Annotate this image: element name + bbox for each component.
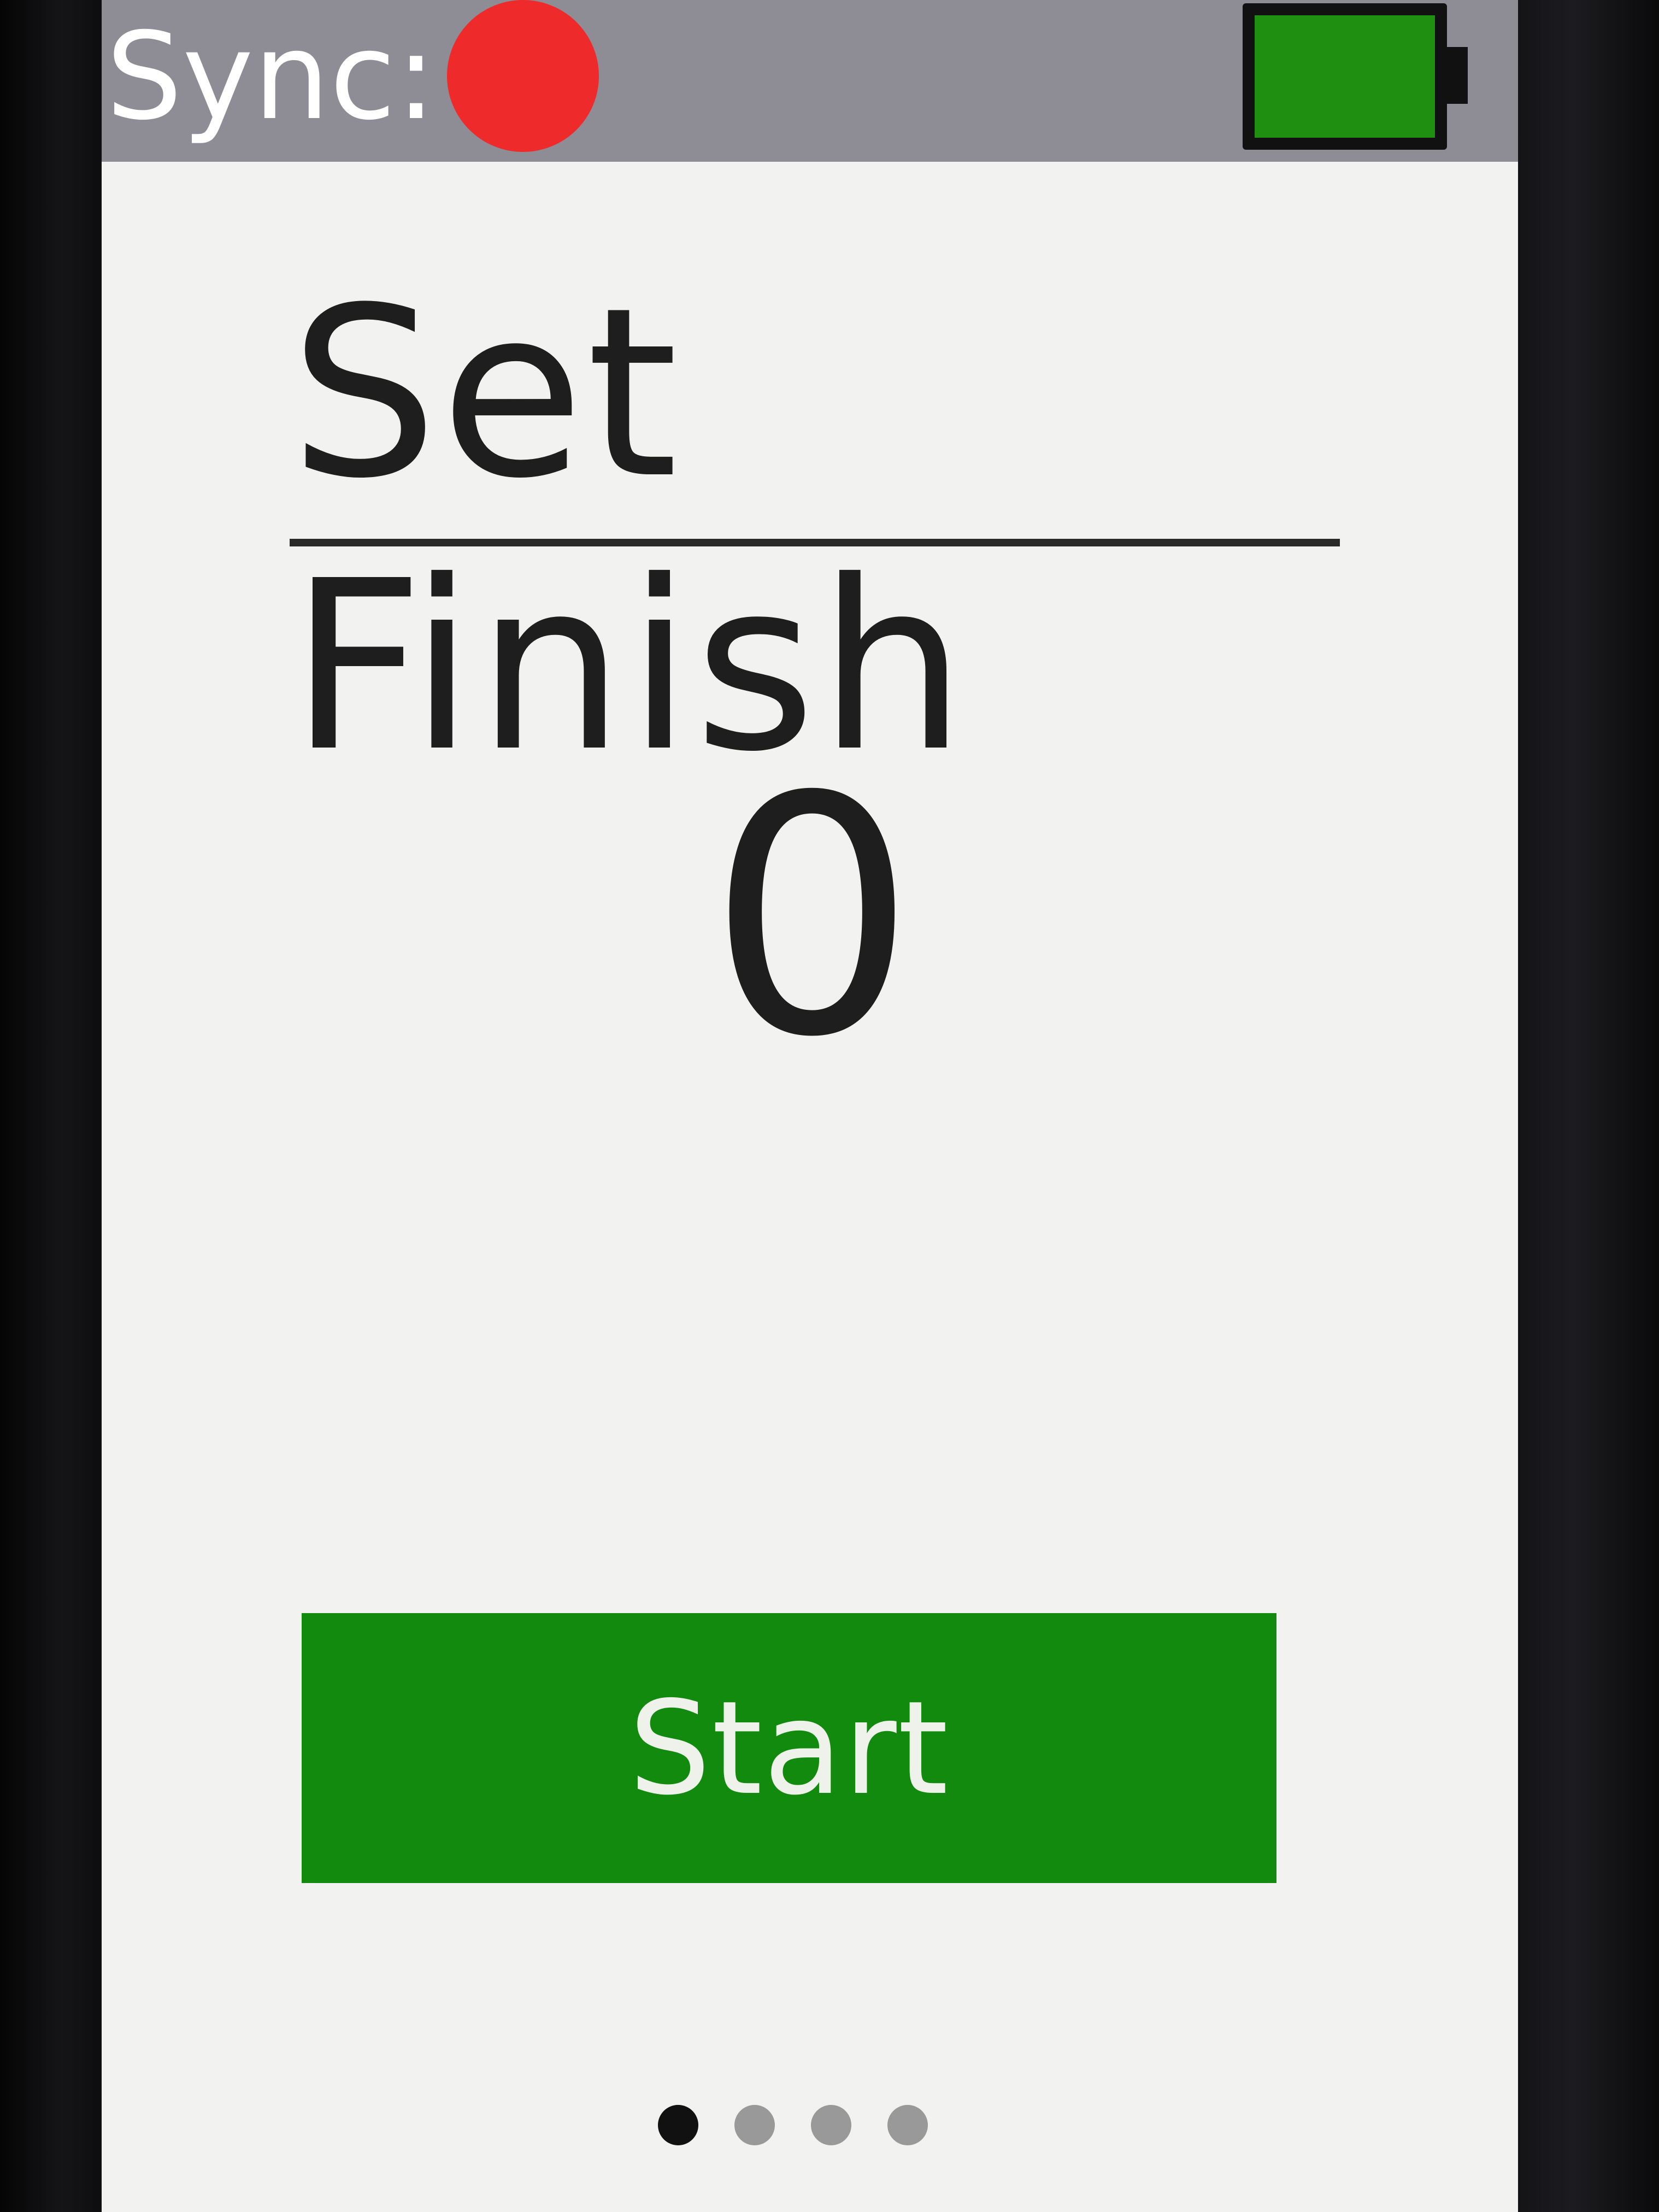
- device-bezel-right: [1517, 0, 1659, 2212]
- start-button[interactable]: Start: [302, 1613, 1276, 1883]
- battery-level-fill: [1255, 15, 1435, 138]
- page-dot[interactable]: [887, 2105, 928, 2145]
- page-dot[interactable]: [734, 2105, 775, 2145]
- device-bezel-left: [0, 0, 104, 2212]
- start-button-label: Start: [628, 1673, 950, 1823]
- page-dot[interactable]: [658, 2105, 698, 2145]
- page-dot[interactable]: [811, 2105, 851, 2145]
- device-screen: Sync: Set Finish 0 Start: [102, 0, 1518, 2212]
- page-indicator: [658, 2105, 931, 2160]
- page-title: Set Finish: [290, 257, 969, 803]
- sync-status-icon: [447, 0, 599, 152]
- battery-icon: [1243, 3, 1447, 150]
- title-underline: [290, 539, 1340, 546]
- counter-value: 0: [708, 727, 916, 1109]
- sync-label: Sync:: [106, 7, 437, 146]
- battery-tip: [1446, 47, 1468, 104]
- status-bar: Sync:: [102, 0, 1518, 162]
